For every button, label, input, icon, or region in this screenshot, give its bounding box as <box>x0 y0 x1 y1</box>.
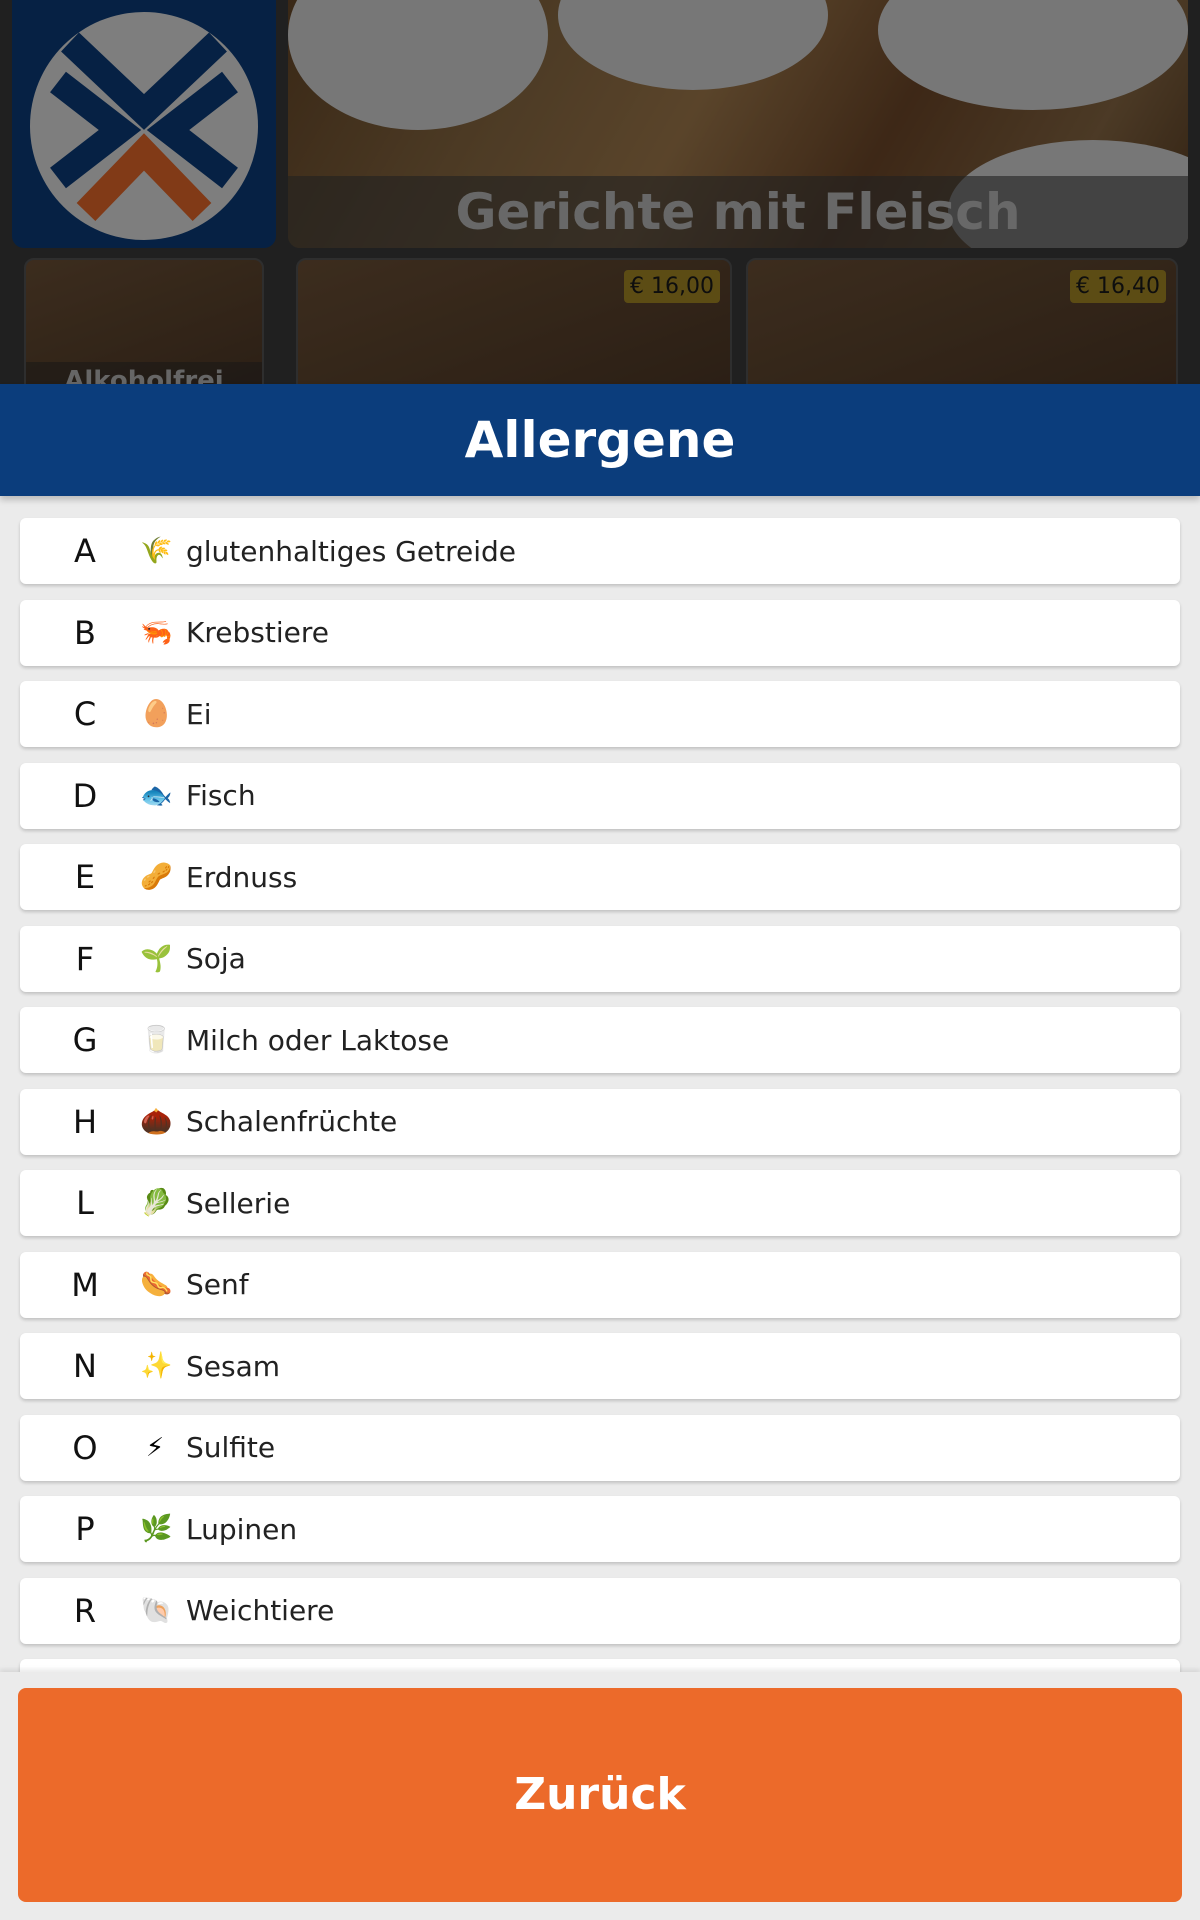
allergen-label: Senf <box>186 1268 249 1301</box>
allergen-label: Schalenfrüchte <box>186 1105 398 1138</box>
allergen-row-d: D 🐟 Fisch <box>20 762 1180 829</box>
allergen-code: O <box>72 1428 98 1467</box>
allergen-row-l: L 🥬 Sellerie <box>20 1170 1180 1236</box>
allergen-row-partial <box>20 1659 1180 1672</box>
allergen-label: Ei <box>186 697 212 731</box>
allergen-row-h: H 🌰 Schalenfrüchte <box>20 1088 1180 1155</box>
allergen-code: E <box>74 858 96 896</box>
allergen-label: Milch oder Laktose <box>186 1023 450 1057</box>
allergen-icon: 🐚 <box>140 1595 173 1626</box>
allergen-icon: 🌿 <box>140 1514 173 1544</box>
modal-overlay <box>0 0 1200 384</box>
allergen-label: Krebstiere <box>186 616 329 649</box>
allergen-icon: 🌭 <box>140 1269 173 1300</box>
allergen-label: Sulfite <box>186 1431 276 1464</box>
allergen-code: A <box>74 532 96 570</box>
allergen-label: Lupinen <box>186 1512 298 1546</box>
allergen-list: A 🌾 glutenhaltiges Getreide B 🦐 Krebstiere C 🥚 E… <box>20 518 1180 1672</box>
allergen-icon: 🥬 <box>140 1188 173 1218</box>
modal-footer: Zurück <box>0 1672 1200 1920</box>
allergen-row-r: R 🐚 Weichtiere <box>20 1577 1180 1644</box>
allergen-code: P <box>75 1510 95 1548</box>
allergen-code: F <box>75 939 95 978</box>
allergen-row-e: E 🥜 Erdnuss <box>20 844 1180 910</box>
allergen-row-f: F 🌱 Soja <box>20 925 1180 992</box>
allergen-list-container[interactable]: A 🌾 glutenhaltiges Getreide B 🦐 Krebstiere C 🥚 E… <box>0 496 1200 1672</box>
allergen-label: Fisch <box>186 779 256 812</box>
allergen-code: N <box>73 1347 97 1385</box>
allergen-code: L <box>76 1184 94 1222</box>
allergen-row-o: O ⚡ Sulfite <box>20 1414 1180 1481</box>
menu-background: Gerichte mit Fleisch Alkoholfrei € 16,00… <box>0 0 1200 384</box>
allergen-label: Soja <box>186 942 246 975</box>
allergen-code: H <box>72 1102 98 1141</box>
allergen-row-a: A 🌾 glutenhaltiges Getreide <box>20 518 1180 584</box>
allergen-row-m: M 🌭 Senf <box>20 1251 1180 1318</box>
back-button[interactable]: Zurück <box>18 1688 1182 1902</box>
allergen-code: R <box>73 1591 97 1630</box>
allergen-row-n: N ✨ Sesam <box>20 1333 1180 1399</box>
allergen-code: C <box>73 695 97 733</box>
allergen-icon: 🌾 <box>140 536 173 566</box>
modal-title: Allergene <box>0 384 1200 496</box>
allergen-code: M <box>71 1265 99 1304</box>
allergen-icon: 🌱 <box>140 943 173 974</box>
allergen-row-c: C 🥚 Ei <box>20 681 1180 747</box>
allergen-icon: 🌰 <box>140 1106 173 1137</box>
allergen-icon: ⚡ <box>145 1432 165 1463</box>
allergen-code: D <box>72 776 98 815</box>
allergen-row-g: G 🥛 Milch oder Laktose <box>20 1007 1180 1073</box>
allergen-label: glutenhaltiges Getreide <box>186 534 516 568</box>
allergen-label: Sellerie <box>186 1186 291 1220</box>
allergen-code: B <box>74 613 96 652</box>
allergen-icon: 🥚 <box>140 699 173 729</box>
allergen-icon: 🥜 <box>140 862 173 892</box>
allergen-icon: 🐟 <box>140 780 173 811</box>
allergen-row-p: P 🌿 Lupinen <box>20 1496 1180 1562</box>
allergen-label: Erdnuss <box>186 860 298 894</box>
allergen-label: Weichtiere <box>186 1594 335 1627</box>
allergen-icon: ✨ <box>140 1351 173 1381</box>
allergen-label: Sesam <box>186 1349 281 1383</box>
allergen-row-b: B 🦐 Krebstiere <box>20 599 1180 666</box>
allergen-icon: 🥛 <box>140 1025 173 1055</box>
allergen-icon: 🦐 <box>140 617 173 648</box>
allergen-code: G <box>72 1021 98 1059</box>
